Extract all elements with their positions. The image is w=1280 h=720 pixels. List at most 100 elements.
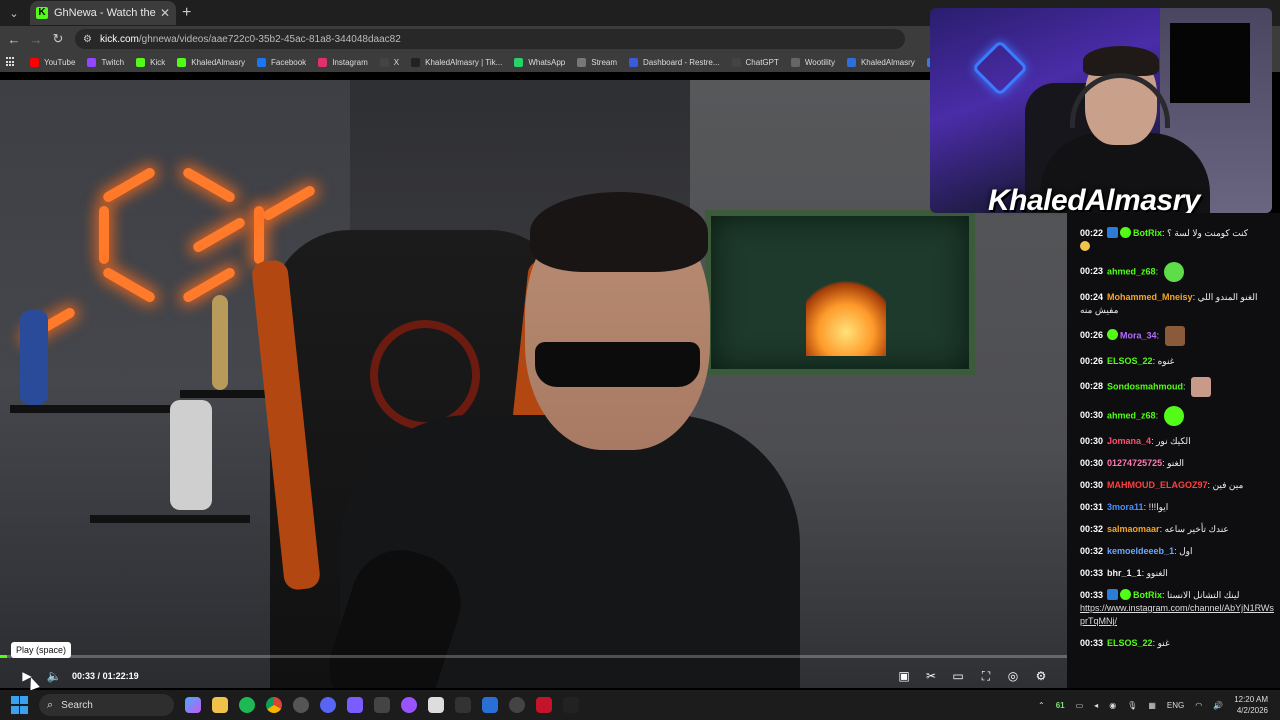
search-icon: ⌕: [47, 698, 54, 711]
new-tab-icon[interactable]: +: [182, 4, 191, 22]
chat-timestamp: 00:31: [1080, 502, 1104, 512]
clip-icon[interactable]: ✂: [924, 668, 938, 684]
bookmark-item[interactable]: WhatsApp: [514, 57, 565, 67]
chat-username[interactable]: ahmed_z68: [1107, 266, 1156, 276]
verified-badge-icon: [1107, 329, 1119, 341]
bookmark-item[interactable]: X: [379, 57, 399, 67]
language-indicator[interactable]: ENG: [1167, 701, 1184, 710]
chat-username[interactable]: kemoeldeeeb_1: [1107, 546, 1174, 556]
settings-gear-icon[interactable]: ⚙: [1034, 668, 1048, 684]
tray-app-icon[interactable]: ▭: [1076, 701, 1084, 710]
discord-icon[interactable]: [320, 697, 336, 713]
bookmark-item[interactable]: Stream: [577, 57, 617, 67]
chat-username[interactable]: ELSOS_22: [1107, 356, 1153, 366]
tray-overflow-icon[interactable]: ⌃: [1038, 701, 1045, 710]
chat-username[interactable]: Mohammed_Mneisy: [1107, 292, 1193, 302]
app-icon[interactable]: [536, 697, 552, 713]
bookmark-item[interactable]: KhaledAlmasry | Tik...: [411, 57, 502, 67]
fullscreen-icon[interactable]: ⛶: [979, 668, 993, 684]
chat-text: ايوا!!!: [1148, 502, 1169, 512]
bookmark-favicon-icon: [577, 57, 587, 67]
chat-username[interactable]: Mora_34: [1120, 330, 1157, 340]
forward-arrow-icon[interactable]: →: [25, 32, 47, 47]
wifi-icon[interactable]: ◠: [1195, 701, 1202, 710]
keyboard-app-icon[interactable]: [374, 697, 390, 713]
site-info-icon[interactable]: ⚙: [83, 34, 92, 45]
chat-username[interactable]: Sondosmahmoud: [1107, 381, 1183, 391]
app-icon[interactable]: [509, 697, 525, 713]
settings-app-icon[interactable]: [293, 697, 309, 713]
chat-username[interactable]: ahmed_z68: [1107, 410, 1156, 420]
bookmark-favicon-icon: [731, 57, 741, 67]
bookmark-item[interactable]: YouTube: [30, 57, 75, 67]
photo-emote-icon: [1164, 326, 1185, 346]
bookmark-item[interactable]: KhaledAlmasry: [846, 57, 915, 67]
browser-tab-active[interactable]: K GhNewa - Watch the VOD on K ✕: [30, 1, 176, 25]
bookmark-item[interactable]: Kick: [136, 57, 165, 67]
chat-username[interactable]: ELSOS_22: [1107, 638, 1153, 648]
url-path: /ghnewa/videos/aae722c0-35b2-45ac-81a8-3…: [138, 33, 401, 45]
apps-grid-icon[interactable]: [6, 57, 16, 67]
gamepad-icon[interactable]: [455, 697, 471, 713]
seek-bar[interactable]: [0, 655, 1067, 658]
miniplayer-icon[interactable]: ▣: [897, 668, 911, 684]
chat-timestamp: 00:33: [1080, 638, 1104, 648]
app-icon[interactable]: [428, 697, 444, 713]
tray-app-icon[interactable]: ▦: [1148, 701, 1156, 710]
apps-icon[interactable]: [347, 697, 363, 713]
bookmark-item[interactable]: Instagram: [318, 57, 368, 67]
tab-search-icon[interactable]: ⌄: [4, 3, 24, 23]
streamer-hair: [530, 192, 708, 272]
app-icon[interactable]: [563, 697, 579, 713]
chat-username[interactable]: BotRix: [1133, 590, 1162, 600]
bookmark-item[interactable]: Dashboard - Restre...: [629, 57, 720, 67]
tab-close-icon[interactable]: ✕: [160, 6, 170, 20]
bookmark-label: Wootility: [804, 57, 835, 67]
chat-username[interactable]: 01274725725: [1107, 458, 1162, 468]
copilot-icon[interactable]: [185, 697, 201, 713]
chat-timestamp: 00:32: [1080, 524, 1104, 534]
bookmark-item[interactable]: Facebook: [257, 57, 307, 67]
app-icon[interactable]: [401, 697, 417, 713]
speaker-icon[interactable]: 🔊: [1213, 701, 1223, 710]
wall-shelf: [90, 515, 250, 523]
app-icon[interactable]: [482, 697, 498, 713]
reload-icon[interactable]: ↻: [47, 31, 69, 47]
chat-message: 00:33 ELSOS_22: غنو: [1080, 637, 1274, 650]
tray-app-icon[interactable]: ◂: [1094, 701, 1098, 710]
chat-timestamp: 00:24: [1080, 292, 1104, 302]
volume-icon[interactable]: 🔈: [46, 668, 62, 684]
chat-colon: :: [1183, 381, 1189, 392]
chat-username[interactable]: salmaomaar: [1107, 524, 1160, 534]
bookmark-item[interactable]: KhaledAlmasry: [177, 57, 245, 67]
taskbar-search[interactable]: ⌕ Search: [39, 694, 174, 716]
windows-start-icon[interactable]: [11, 696, 29, 714]
bookmark-label: ChatGPT: [745, 57, 779, 67]
speed-icon[interactable]: ◎: [1006, 668, 1020, 684]
bookmark-item[interactable]: Twitch: [87, 57, 124, 67]
bookmark-item[interactable]: ChatGPT: [731, 57, 779, 67]
tray-app-icon[interactable]: ◉: [1109, 701, 1116, 710]
video-player[interactable]: [0, 80, 1067, 688]
clock[interactable]: 12:20 AM 4/2/2026: [1234, 694, 1268, 716]
bookmark-item[interactable]: Wootility: [790, 57, 835, 67]
theater-mode-icon[interactable]: ▭: [951, 668, 965, 684]
bot-badge-icon: [1107, 589, 1119, 600]
chat-username[interactable]: 3mora11: [1107, 502, 1144, 512]
chat-username[interactable]: BotRix: [1133, 228, 1162, 238]
back-arrow-icon[interactable]: ←: [3, 32, 25, 47]
chrome-icon[interactable]: [266, 697, 282, 713]
chat-username[interactable]: Jomana_4: [1107, 436, 1151, 446]
file-explorer-icon[interactable]: [212, 697, 228, 713]
bookmark-favicon-icon: [257, 57, 267, 67]
chat-link[interactable]: https://www.instagram.com/channel/AbYjN1…: [1080, 603, 1274, 626]
microphone-icon[interactable]: 🎙: [1127, 701, 1137, 710]
chat-timestamp: 00:30: [1080, 410, 1104, 421]
bookmark-favicon-icon: [379, 57, 389, 67]
address-bar[interactable]: ⚙ kick.com/ghnewa/videos/aae722c0-35b2-4…: [75, 29, 905, 49]
chat-username[interactable]: bhr_1_1: [1107, 568, 1142, 578]
bookmark-label: Facebook: [271, 57, 307, 67]
verified-badge-icon: [1120, 589, 1132, 600]
chat-username[interactable]: MAHMOUD_ELAGOZ97: [1107, 480, 1208, 490]
spotify-icon[interactable]: [239, 697, 255, 713]
